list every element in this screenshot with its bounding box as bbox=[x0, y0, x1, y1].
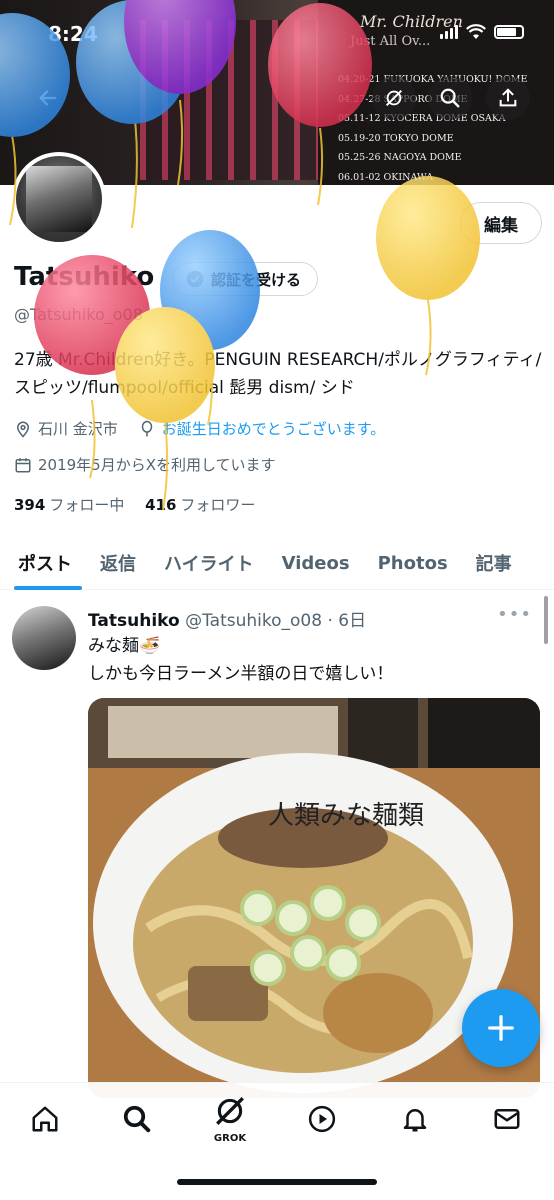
nav-grok[interactable] bbox=[210, 1091, 250, 1131]
grok-button[interactable] bbox=[372, 76, 416, 120]
followers-count: 416 bbox=[145, 496, 177, 514]
status-icons bbox=[440, 24, 524, 40]
post-header: Tatsuhiko @Tatsuhiko_o08 · 6日 bbox=[88, 606, 366, 631]
balloon-icon bbox=[141, 420, 153, 436]
bowl-lettering: 人類みな麺類 bbox=[268, 801, 424, 831]
post-time: 6日 bbox=[338, 611, 367, 631]
profile-name: Tatsuhiko bbox=[14, 262, 155, 292]
post-text-line: みな麺🍜 bbox=[88, 636, 161, 656]
calendar-icon bbox=[15, 457, 31, 472]
share-icon bbox=[499, 88, 517, 107]
profile-bio: 27歳 Mr.Children好き。PENGUIN RESEARCH/ポルノグラ… bbox=[14, 350, 542, 398]
status-time: 8:24 bbox=[48, 22, 98, 46]
profile-avatar[interactable] bbox=[12, 152, 106, 246]
profile-joined: 2019年5月からXを利用しています bbox=[38, 456, 276, 474]
post-avatar[interactable] bbox=[12, 606, 76, 670]
share-button[interactable] bbox=[486, 76, 530, 120]
play-icon bbox=[308, 1105, 336, 1133]
more-options-icon[interactable]: ••• bbox=[497, 604, 532, 625]
post-author-handle: @Tatsuhiko_o08 bbox=[185, 611, 323, 631]
location-pin-icon bbox=[16, 421, 30, 438]
banner-date: 06.01-02 OKINAWA bbox=[338, 171, 434, 183]
followers-label: フォロワー bbox=[180, 496, 256, 514]
banner-date: 05.19-20 TOKYO DOME bbox=[338, 132, 454, 144]
nav-search[interactable] bbox=[117, 1099, 157, 1139]
search-button[interactable] bbox=[428, 76, 472, 120]
banner-date: 05.25-26 NAGOYA DOME bbox=[338, 152, 462, 163]
post-separator: · bbox=[322, 611, 339, 631]
home-icon bbox=[32, 1106, 58, 1132]
profile-handle: @Tatsuhiko_o08 bbox=[14, 305, 143, 324]
profile-meta-location-birthday: 石川 金沢市 お誕生日おめでとうございます。 bbox=[14, 418, 385, 439]
post-text: みな麺🍜 しかも今日ラーメン半額の日で嬉しい！ bbox=[88, 632, 393, 688]
search-icon bbox=[123, 1105, 151, 1133]
follow-stats: 394 フォロー中 416 フォロワー bbox=[14, 494, 255, 515]
post-author-name: Tatsuhiko bbox=[88, 611, 180, 631]
post-text-line: しかも今日ラーメン半額の日で嬉しい！ bbox=[88, 664, 394, 684]
signal-icon bbox=[440, 25, 458, 39]
grok-icon bbox=[385, 89, 403, 107]
compose-post-button[interactable] bbox=[462, 989, 540, 1067]
mail-icon bbox=[494, 1109, 520, 1129]
nav-video[interactable] bbox=[302, 1099, 342, 1139]
tab-highlights[interactable]: ハイライト bbox=[150, 536, 268, 590]
back-button[interactable] bbox=[26, 76, 70, 120]
following-link[interactable]: 394 フォロー中 bbox=[14, 496, 124, 514]
get-verified-button[interactable]: 認証を受ける bbox=[172, 262, 319, 296]
get-verified-label: 認証を受ける bbox=[211, 270, 302, 289]
following-count: 394 bbox=[14, 496, 46, 514]
home-indicator bbox=[177, 1179, 377, 1185]
following-label: フォロー中 bbox=[49, 496, 125, 514]
edit-profile-button[interactable]: 編集 bbox=[460, 202, 542, 244]
search-icon bbox=[440, 88, 460, 108]
verified-badge-icon bbox=[186, 270, 204, 288]
nav-grok-label: GROK bbox=[213, 1133, 247, 1144]
tab-replies[interactable]: 返信 bbox=[86, 536, 150, 590]
arrow-left-icon bbox=[39, 90, 57, 106]
tab-posts[interactable]: ポスト bbox=[0, 536, 86, 590]
tab-photos[interactable]: Photos bbox=[364, 536, 462, 590]
banner-stage-image bbox=[140, 20, 340, 180]
nav-home[interactable] bbox=[25, 1099, 65, 1139]
nav-notifications[interactable] bbox=[395, 1099, 435, 1139]
wifi-icon bbox=[466, 24, 486, 39]
battery-icon bbox=[494, 25, 524, 39]
grok-icon bbox=[216, 1097, 244, 1125]
tab-videos[interactable]: Videos bbox=[268, 536, 364, 590]
scrollbar[interactable] bbox=[544, 596, 548, 644]
followers-link[interactable]: 416 フォロワー bbox=[145, 496, 255, 514]
profile-tabs: ポスト 返信 ハイライト Videos Photos 記事 bbox=[0, 536, 554, 590]
plus-icon bbox=[488, 1015, 514, 1041]
profile-location: 石川 金沢市 bbox=[38, 420, 118, 438]
banner-band-subtitle: Just All Ov... bbox=[350, 34, 431, 49]
nav-messages[interactable] bbox=[487, 1099, 527, 1139]
profile-birthday-link[interactable]: お誕生日おめでとうございます。 bbox=[162, 418, 386, 439]
bell-icon bbox=[403, 1109, 427, 1132]
profile-meta-joined: 2019年5月からXを利用しています bbox=[14, 454, 276, 475]
tab-articles[interactable]: 記事 bbox=[462, 536, 526, 590]
